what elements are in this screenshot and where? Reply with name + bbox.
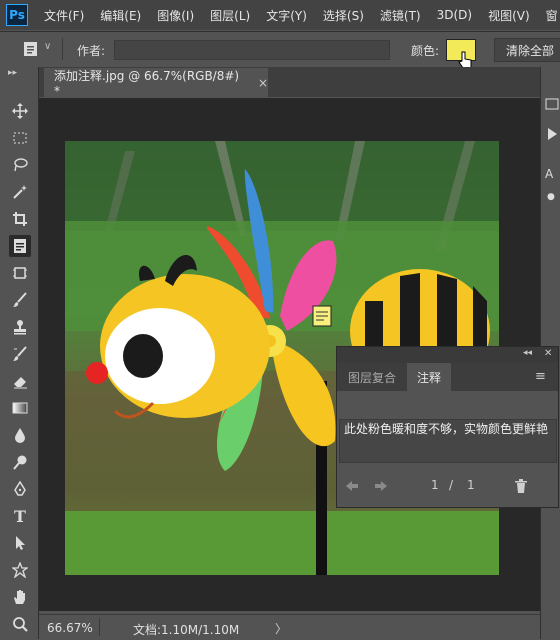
document-tab[interactable]: 添加注释.jpg @ 66.7%(RGB/8#) * ×	[44, 68, 268, 98]
play-icon[interactable]	[546, 127, 558, 141]
note-icon[interactable]	[9, 235, 31, 257]
character-panel-icon[interactable]: A	[545, 167, 553, 181]
marquee-icon[interactable]	[9, 127, 31, 149]
stamp-icon[interactable]	[9, 316, 31, 338]
document-tab-title: 添加注释.jpg @ 66.7%(RGB/8#) *	[54, 69, 240, 98]
frame-icon[interactable]	[9, 262, 31, 284]
status-bar: 66.67% 文档:1.10M/1.10M 〉	[39, 614, 560, 640]
note-marker-icon	[312, 305, 332, 327]
note-icon	[24, 42, 37, 56]
note-page-separator: /	[449, 478, 454, 492]
document-info: 文档:1.10M/1.10M	[133, 623, 240, 637]
photoshop-logo: Ps	[6, 4, 28, 26]
path-select-icon[interactable]	[9, 532, 31, 554]
chevron-right-icon[interactable]: 〉	[275, 620, 287, 637]
trash-icon[interactable]	[514, 478, 528, 494]
panel-titlebar[interactable]: ◂◂ ✕	[337, 347, 558, 363]
menu-type[interactable]: 文字(Y)	[266, 7, 307, 24]
divider	[99, 618, 100, 636]
notes-panel: ◂◂ ✕ 图层复合 注释 ≡ 此处粉色暖和度不够，实物颜色更鲜艳 1 / 1	[336, 346, 559, 508]
clear-all-button[interactable]: 清除全部	[494, 38, 560, 62]
hand-icon[interactable]	[9, 586, 31, 608]
shape-icon[interactable]	[9, 559, 31, 581]
crop-icon[interactable]	[9, 208, 31, 230]
menu-bar: Ps 文件(F) 编辑(E) 图像(I) 图层(L) 文字(Y) 选择(S) 滤…	[0, 0, 560, 30]
divider	[62, 38, 63, 60]
panel-icon[interactable]	[545, 97, 559, 111]
tab-notes[interactable]: 注释	[407, 363, 451, 391]
options-bar: ∨ 作者: 颜色: 清除全部	[0, 31, 560, 69]
toolbar: ▸▸ T	[0, 67, 39, 639]
menu-image[interactable]: 图像(I)	[157, 7, 194, 24]
notes-footer: 1 / 1	[337, 475, 558, 499]
blur-icon[interactable]	[9, 424, 31, 446]
author-label: 作者:	[77, 44, 106, 58]
previous-note-icon[interactable]	[345, 480, 359, 492]
note-text-area[interactable]: 此处粉色暖和度不够，实物颜色更鲜艳	[339, 419, 557, 463]
close-icon[interactable]: ✕	[544, 348, 552, 359]
eraser-icon[interactable]	[9, 370, 31, 392]
brush-icon[interactable]	[9, 289, 31, 311]
pen-icon[interactable]	[9, 478, 31, 500]
zoom-icon[interactable]	[9, 613, 31, 635]
magic-wand-icon[interactable]	[9, 181, 31, 203]
menu-view[interactable]: 视图(V)	[488, 7, 530, 24]
close-icon[interactable]: ×	[258, 76, 268, 90]
paragraph-panel-icon[interactable]: ●	[547, 192, 555, 202]
tab-layer-comps[interactable]: 图层复合	[337, 363, 407, 391]
type-icon[interactable]: T	[9, 505, 31, 527]
menu-layer[interactable]: 图层(L)	[210, 7, 250, 24]
dodge-icon[interactable]	[9, 451, 31, 473]
menu-window[interactable]: 窗	[546, 7, 558, 24]
note-page-current: 1	[431, 478, 439, 492]
note-page-total: 1	[467, 478, 475, 492]
menu-file[interactable]: 文件(F)	[44, 7, 84, 24]
menu-edit[interactable]: 编辑(E)	[100, 7, 141, 24]
tool-preset-picker[interactable]	[22, 40, 40, 58]
collapse-icon[interactable]: ▸▸	[8, 68, 17, 78]
color-label: 颜色:	[411, 44, 440, 58]
collapse-icon[interactable]: ◂◂	[523, 348, 532, 358]
history-brush-icon[interactable]	[9, 343, 31, 365]
zoom-level[interactable]: 66.67%	[47, 621, 93, 635]
panel-menu-icon[interactable]: ≡	[535, 369, 546, 384]
next-note-icon[interactable]	[374, 480, 388, 492]
author-input[interactable]	[114, 40, 390, 60]
chevron-down-icon[interactable]: ∨	[44, 41, 51, 52]
move-icon[interactable]	[9, 100, 31, 122]
menu-filter[interactable]: 滤镜(T)	[380, 7, 421, 24]
panel-tabs: 图层复合 注释 ≡	[337, 363, 558, 391]
gradient-icon[interactable]	[9, 397, 31, 419]
menu-3d[interactable]: 3D(D)	[437, 8, 472, 22]
menu-select[interactable]: 选择(S)	[323, 7, 364, 24]
lasso-icon[interactable]	[9, 154, 31, 176]
